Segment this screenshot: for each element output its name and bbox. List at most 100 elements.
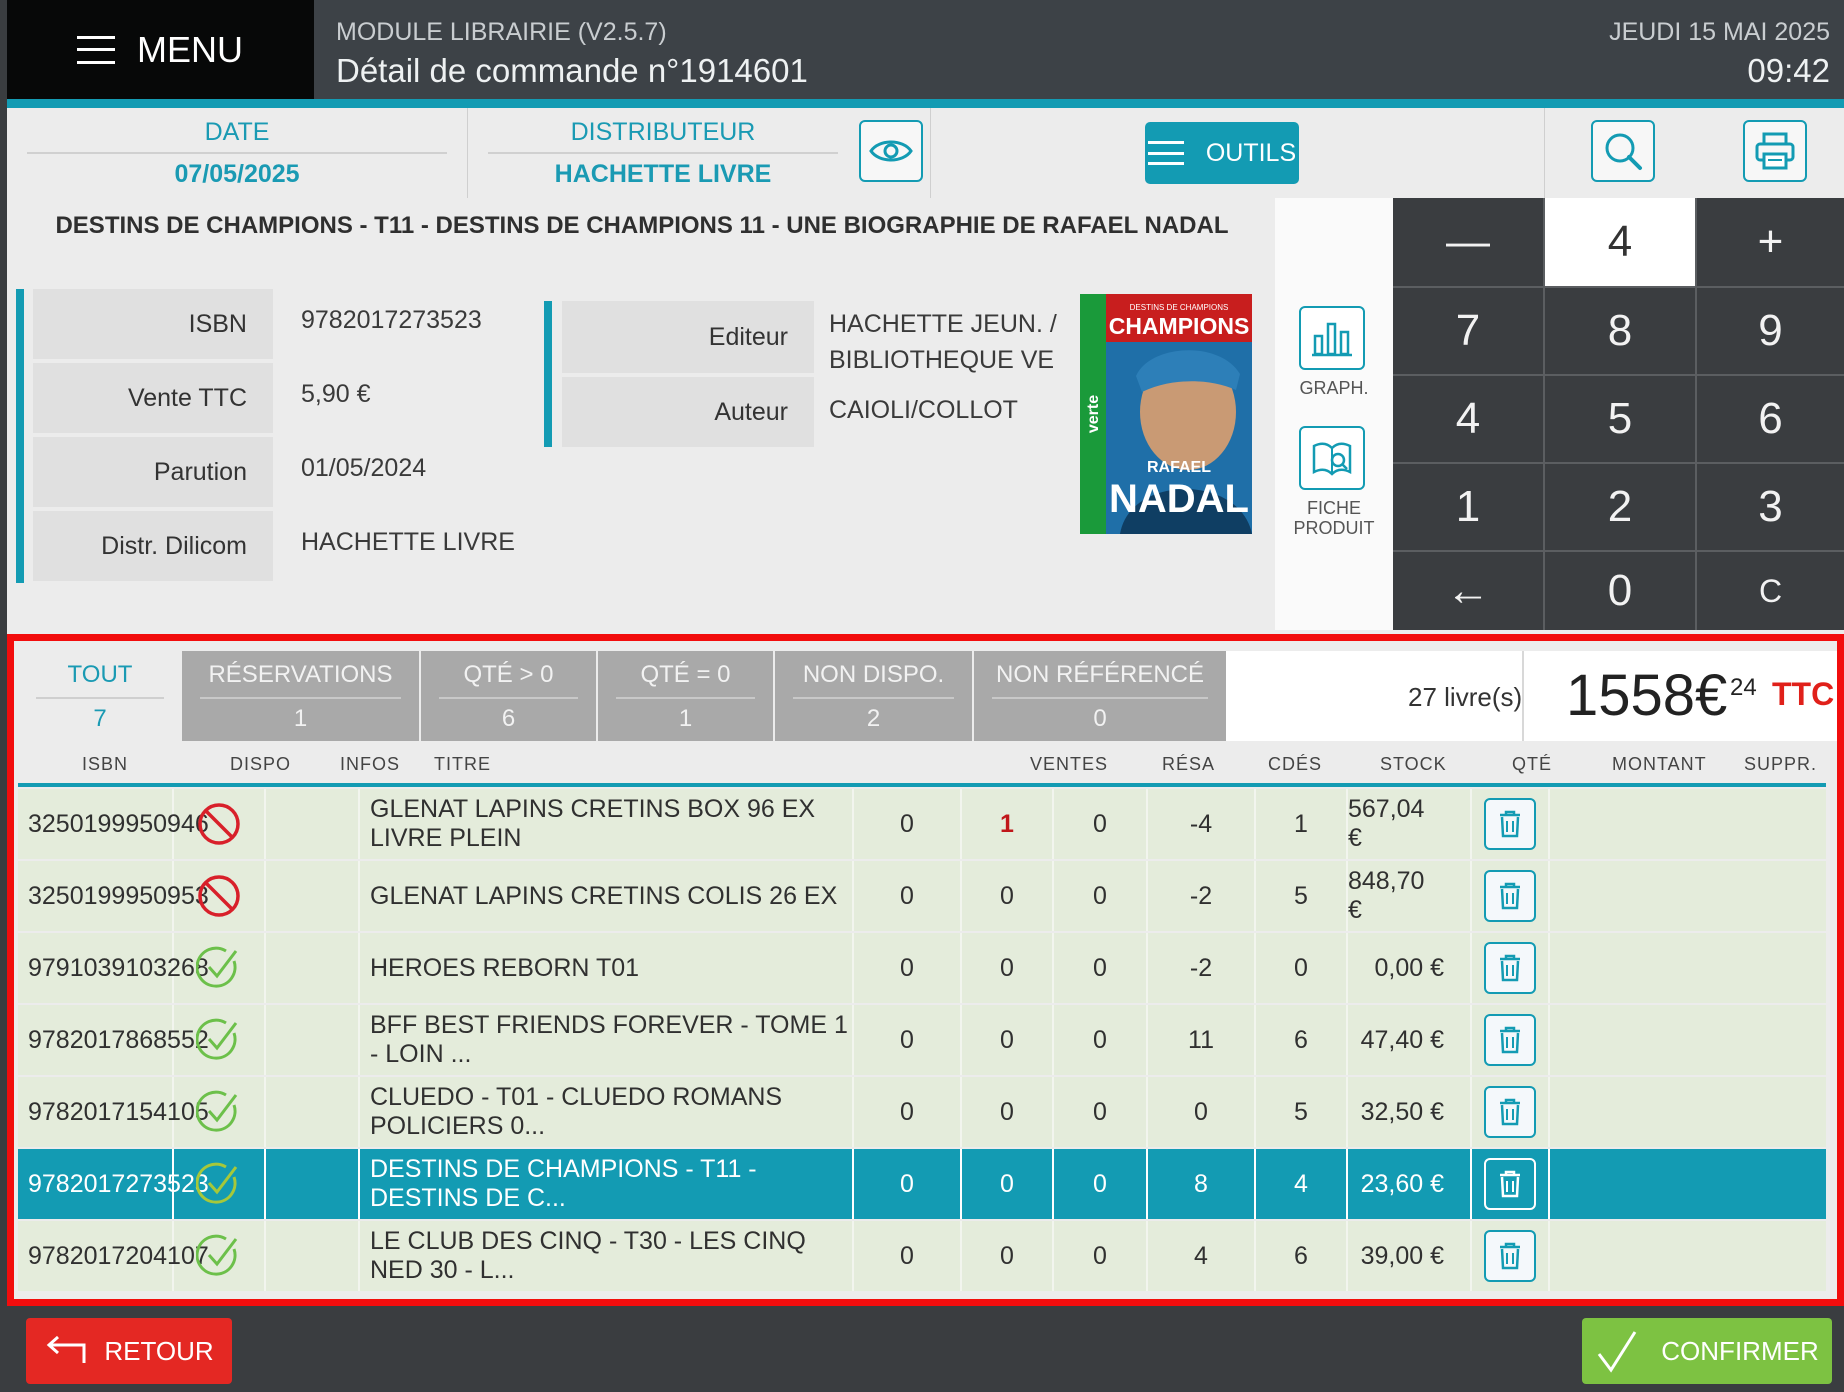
quantity-cell: 6 bbox=[1256, 1221, 1348, 1291]
title-cell: BFF BEST FRIENDS FOREVER - TOME 1 - LOIN… bbox=[360, 1005, 854, 1075]
column-header-orders[interactable]: CDÉS bbox=[1268, 754, 1322, 775]
delete-row-button[interactable] bbox=[1484, 1158, 1536, 1210]
availability-cell bbox=[174, 789, 266, 859]
product-sheet-button[interactable] bbox=[1299, 426, 1365, 490]
tab-reservations[interactable]: RÉSERVATIONS 1 bbox=[182, 651, 419, 741]
key-1[interactable]: 1 bbox=[1393, 464, 1543, 550]
amount-cell-text: 32,50 € bbox=[1360, 1097, 1444, 1126]
delete-row-button[interactable] bbox=[1484, 798, 1536, 850]
column-header-stock[interactable]: STOCK bbox=[1380, 754, 1447, 775]
quantity-cell-text: 6 bbox=[1294, 1025, 1308, 1054]
key-2[interactable]: 2 bbox=[1545, 464, 1695, 550]
key-8[interactable]: 8 bbox=[1545, 288, 1695, 374]
stock-cell-text: 8 bbox=[1194, 1169, 1208, 1198]
key-4[interactable]: 4 bbox=[1393, 376, 1543, 462]
delete-row-button[interactable] bbox=[1484, 1230, 1536, 1282]
book-count: 27 livre(s) bbox=[1408, 682, 1523, 712]
column-header-infos[interactable]: INFOS bbox=[340, 754, 400, 775]
amount-cell: 567,04 € bbox=[1348, 789, 1472, 859]
reservations-cell: 0 bbox=[962, 861, 1054, 931]
delete-row-button[interactable] bbox=[1484, 942, 1536, 994]
table-row[interactable]: 9791039103268 HEROES REBORN T01 0 0 0 -2 0 0,00… bbox=[18, 933, 1826, 1003]
stock-cell: 11 bbox=[1148, 1005, 1256, 1075]
key-0[interactable]: 0 bbox=[1545, 552, 1695, 630]
orders-cell-text: 0 bbox=[1093, 1025, 1107, 1054]
column-header-dispo[interactable]: DISPO bbox=[230, 754, 291, 775]
search-button[interactable] bbox=[1591, 120, 1655, 182]
amount-cell: 32,50 € bbox=[1348, 1077, 1472, 1147]
column-header-quantity[interactable]: QTÉ bbox=[1512, 754, 1552, 775]
trash-icon bbox=[1500, 1098, 1520, 1126]
print-button[interactable] bbox=[1743, 120, 1807, 182]
table-row[interactable]: 9782017204107 LE CLUB DES CINQ - T30 - LE… bbox=[18, 1221, 1826, 1291]
title-cell: DESTINS DE CHAMPIONS - T11 - DESTINS DE … bbox=[360, 1149, 854, 1219]
table-row[interactable]: 3250199950953 GLENAT LAPINS CRETINS COLIS… bbox=[18, 861, 1826, 931]
stock-cell-text: 0 bbox=[1194, 1097, 1208, 1126]
page-title: Détail de commande n°1914601 bbox=[336, 52, 808, 89]
bar-chart-icon bbox=[1312, 322, 1352, 357]
divider bbox=[488, 152, 838, 154]
tab-qty-positive[interactable]: QTÉ > 0 6 bbox=[421, 651, 596, 741]
column-header-isbn[interactable]: ISBN bbox=[82, 754, 128, 775]
key-6[interactable]: 6 bbox=[1697, 376, 1844, 462]
availability-cell bbox=[174, 1221, 266, 1291]
menu-button[interactable]: MENU bbox=[7, 0, 314, 99]
key-5[interactable]: 5 bbox=[1545, 376, 1695, 462]
product-tools-panel: GRAPH. FICHE PRODUIT bbox=[1275, 198, 1393, 630]
view-distributor-button[interactable] bbox=[859, 120, 923, 182]
publisher-label: Editeur bbox=[562, 301, 814, 373]
quantity-cell: 1 bbox=[1256, 789, 1348, 859]
tab-not-available[interactable]: NON DISPO. 2 bbox=[775, 651, 972, 741]
column-header-sales[interactable]: VENTES bbox=[1030, 754, 1108, 775]
title-cell-text: LE CLUB DES CINQ - T30 - LES CINQ NED 30… bbox=[370, 1227, 806, 1284]
printer-icon bbox=[1755, 132, 1795, 170]
reservations-cell-text: 1 bbox=[1000, 809, 1014, 838]
author-value: CAIOLI/COLLOT bbox=[829, 396, 1018, 424]
sales-cell: 0 bbox=[854, 861, 962, 931]
tools-button[interactable]: OUTILS bbox=[1145, 122, 1299, 184]
clear-key[interactable]: C bbox=[1697, 552, 1844, 630]
increment-key[interactable]: + bbox=[1697, 198, 1844, 286]
tab-qty-zero[interactable]: QTÉ = 0 1 bbox=[598, 651, 773, 741]
divider bbox=[36, 697, 164, 699]
table-row[interactable]: 9782017868552 BFF BEST FRIENDS FOREVER - … bbox=[18, 1005, 1826, 1075]
title-cell-text: CLUEDO - T01 - CLUEDO ROMANS POLICIERS 0… bbox=[370, 1083, 783, 1140]
orders-cell-text: 0 bbox=[1093, 881, 1107, 910]
product-sheet-label-line: FICHE bbox=[1307, 498, 1361, 518]
sales-cell-text: 0 bbox=[900, 1097, 914, 1126]
decrement-key[interactable]: — bbox=[1393, 198, 1543, 286]
back-button[interactable]: RETOUR bbox=[26, 1318, 232, 1384]
column-header-reservations[interactable]: RÉSA bbox=[1162, 754, 1215, 775]
stock-cell: 4 bbox=[1148, 1221, 1256, 1291]
delete-row-button[interactable] bbox=[1484, 1014, 1536, 1066]
column-header-title[interactable]: TITRE bbox=[434, 754, 491, 775]
info-cell bbox=[266, 861, 360, 931]
table-row[interactable]: 9782017154105 CLUEDO - T01 - CLUEDO ROMAN… bbox=[18, 1077, 1826, 1147]
column-header-amount[interactable]: MONTANT bbox=[1612, 754, 1707, 775]
amount-cell: 848,70 € bbox=[1348, 861, 1472, 931]
backspace-key[interactable]: ← bbox=[1393, 552, 1543, 630]
table-row-selected[interactable]: 9782017273523 DESTINS DE CHAMPIONS - T11 … bbox=[18, 1149, 1826, 1219]
delete-cell bbox=[1472, 1149, 1550, 1219]
delete-cell bbox=[1472, 789, 1550, 859]
order-total-ttc: TTC bbox=[1772, 676, 1835, 712]
stock-cell: -4 bbox=[1148, 789, 1256, 859]
isbn-cell: 3250199950953 bbox=[18, 861, 209, 931]
available-check-icon bbox=[196, 1234, 238, 1276]
isbn-value: 9782017273523 bbox=[301, 306, 482, 334]
tab-all[interactable]: TOUT 7 bbox=[18, 651, 182, 741]
confirm-button[interactable]: CONFIRMER bbox=[1582, 1318, 1832, 1384]
delete-row-button[interactable] bbox=[1484, 1086, 1536, 1138]
table-row[interactable]: 3250199950946 GLENAT LAPINS CRETINS BOX 9… bbox=[18, 789, 1826, 859]
key-3[interactable]: 3 bbox=[1697, 464, 1844, 550]
tab-not-referenced[interactable]: NON RÉFÉRENCÉ 0 bbox=[974, 651, 1226, 741]
key-7[interactable]: 7 bbox=[1393, 288, 1543, 374]
delete-row-button[interactable] bbox=[1484, 870, 1536, 922]
isbn-cell: 9782017204107 bbox=[18, 1221, 209, 1291]
sales-cell-text: 0 bbox=[900, 881, 914, 910]
accent-bar bbox=[16, 289, 24, 583]
sales-graph-button[interactable] bbox=[1299, 306, 1365, 370]
title-cell: GLENAT LAPINS CRETINS BOX 96 EX LIVRE PL… bbox=[360, 789, 854, 859]
amount-cell-text: 39,00 € bbox=[1360, 1241, 1444, 1270]
key-9[interactable]: 9 bbox=[1697, 288, 1844, 374]
